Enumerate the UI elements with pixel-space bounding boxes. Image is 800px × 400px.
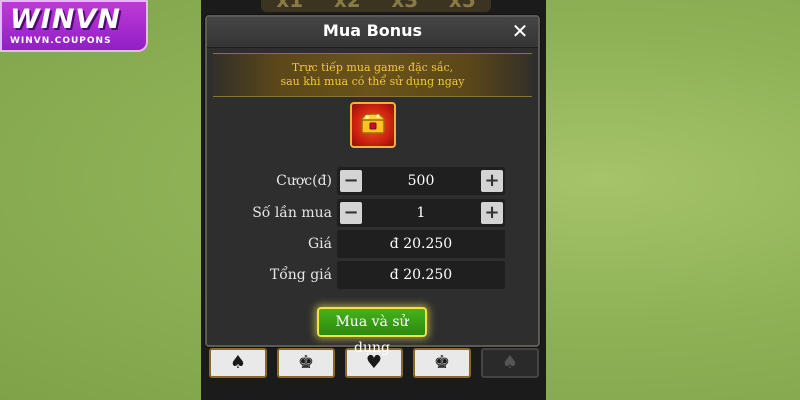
bet-label: Cược(đ): [276, 173, 332, 189]
count-row: Số lần mua 1 − +: [207, 199, 542, 227]
card-spade: ♠: [209, 348, 267, 378]
bet-decrease-button[interactable]: −: [340, 170, 362, 192]
multiplier-x5: x5: [448, 0, 476, 12]
logo-domain: WINVN.COUPONS: [10, 36, 112, 46]
price-row: Giá đ 20.250: [207, 230, 542, 258]
price-label: Giá: [307, 236, 332, 252]
total-label: Tổng giá: [269, 267, 332, 283]
dialog-title: Mua Bonus: [322, 21, 423, 40]
minus-icon: −: [343, 202, 359, 223]
total-value: đ 20.250: [389, 267, 453, 283]
price-value: đ 20.250: [389, 236, 453, 252]
total-value-box: đ 20.250: [337, 261, 505, 289]
count-decrease-button[interactable]: −: [340, 202, 362, 224]
minus-icon: −: [343, 170, 359, 191]
count-value-box: 1: [337, 199, 505, 227]
count-value: 1: [416, 205, 426, 221]
multiplier-x3: x3: [391, 0, 419, 12]
bet-increase-button[interactable]: +: [481, 170, 503, 192]
close-icon: ✕: [511, 19, 529, 43]
multiplier-bar: x1 x2 x3 x5: [261, 0, 491, 12]
count-label: Số lần mua: [252, 205, 332, 221]
multiplier-x2: x2: [333, 0, 361, 12]
close-button[interactable]: ✕: [510, 20, 530, 42]
dialog-header: Mua Bonus ✕: [207, 17, 538, 48]
card-spade-dark: ♠: [481, 348, 539, 378]
bet-row: Cược(đ) 500 − +: [207, 167, 542, 195]
card-king: ♚: [277, 348, 335, 378]
price-value-box: đ 20.250: [337, 230, 505, 258]
logo-brand: WINVN: [10, 4, 121, 35]
banner-line-1: Trực tiếp mua game đặc sắc,: [291, 61, 454, 74]
info-banner: Trực tiếp mua game đặc sắc, sau khi mua …: [213, 53, 532, 97]
count-increase-button[interactable]: +: [481, 202, 503, 224]
bet-value-box: 500: [337, 167, 505, 195]
winvn-logo: WINVN WINVN.COUPONS: [0, 0, 148, 52]
plus-icon: +: [484, 170, 500, 191]
buy-and-use-button[interactable]: Mua và sử dụng: [317, 307, 427, 356]
banner-line-2: sau khi mua có thể sử dụng ngay: [280, 75, 465, 88]
treasure-chest-icon: [350, 102, 396, 148]
buy-bonus-dialog: Mua Bonus ✕ Trực tiếp mua game đặc sắc, …: [205, 15, 542, 356]
bet-value: 500: [407, 173, 435, 189]
card-king-2: ♚: [413, 348, 471, 378]
total-row: Tổng giá đ 20.250: [207, 261, 542, 289]
multiplier-x1: x1: [276, 0, 304, 12]
plus-icon: +: [484, 202, 500, 223]
